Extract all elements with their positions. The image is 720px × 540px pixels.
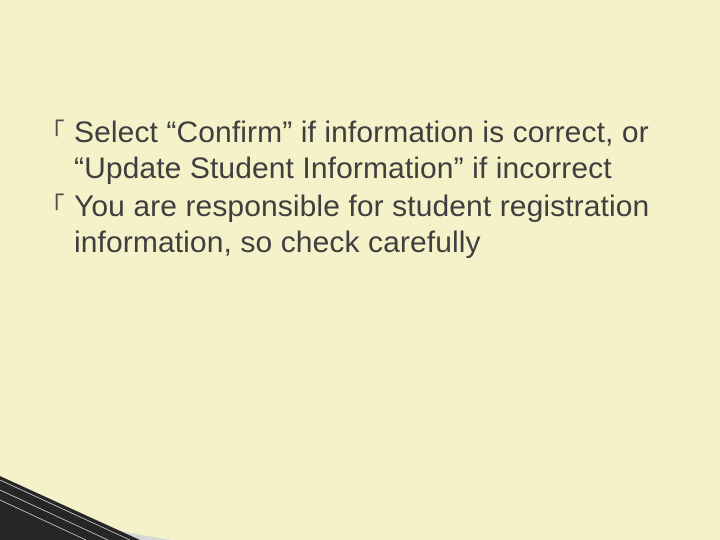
list-item-text: You are responsible for student registra… [74,189,680,261]
list-item: ｢ You are responsible for student regist… [52,189,680,261]
bullet-icon: ｢ [52,189,74,225]
list-item: ｢ Select “Confirm” if information is cor… [52,115,680,187]
corner-decoration [0,476,170,540]
list-item-text: Select “Confirm” if information is corre… [74,115,680,187]
slide: ｢ Select “Confirm” if information is cor… [0,0,720,540]
bullet-list: ｢ Select “Confirm” if information is cor… [52,115,680,263]
bullet-icon: ｢ [52,115,74,151]
